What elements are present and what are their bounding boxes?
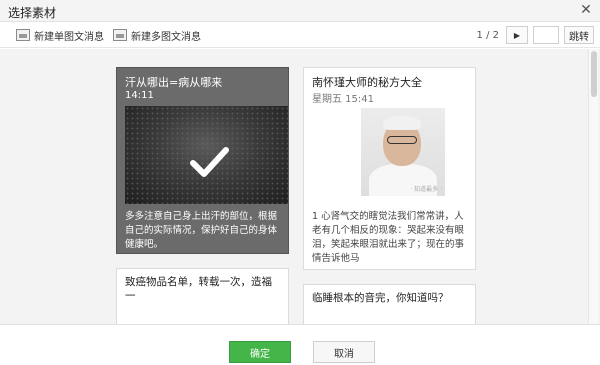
article-date: 星期五 15:41 [312,94,374,105]
article-thumbnail [125,106,288,204]
cancel-button[interactable]: 取消 [313,341,375,363]
new-single-article-label: 新建单图文消息 [34,31,104,43]
close-icon[interactable]: ✕ [578,2,594,18]
new-multi-article-button[interactable]: 新建多图文消息 [113,26,201,44]
article-summary: 1 心肾气交的瞎觉法我们常常讲，人老有几个相反的现象：哭起来没有眼泪，笑起来眼泪… [312,211,465,264]
article-title: 临睡根本的音完，你知道吗？ [312,292,449,304]
article-title: 汗从哪出=病从哪来 [125,76,223,89]
jump-button[interactable]: 跳转 [564,26,594,44]
checkmark-icon [190,147,229,177]
article-card[interactable]: 致癌物品名单，转载一次，造福一 [116,268,289,324]
new-single-article-button[interactable]: 新建单图文消息 [16,26,104,44]
article-thumbnail: · 知道最多 · [361,108,445,196]
new-multi-article-label: 新建多图文消息 [131,31,201,43]
vertical-scrollbar[interactable] [588,49,598,324]
dialog-title: 选择素材 [8,6,57,20]
article-title: 南怀瑾大师的秘方大全 [312,76,422,89]
scrollbar-thumb[interactable] [591,51,597,97]
next-page-button[interactable]: ▶ [506,26,528,44]
article-card[interactable]: 临睡根本的音完，你知道吗？ [303,284,476,324]
article-date: 14:11 [125,90,154,101]
multi-article-icon [113,29,127,41]
pagination: 1 / 2 ▶ 跳转 [477,25,594,45]
next-arrow-icon: ▶ [513,30,521,40]
single-article-icon [16,29,30,41]
article-title: 致癌物品名单，转载一次，造福一 [125,276,272,302]
dialog-titlebar: 选择素材 ✕ [0,0,600,22]
page-indicator: 1 / 2 [476,29,499,41]
article-card[interactable]: 南怀瑾大师的秘方大全 星期五 15:41 · 知道最多 · 1 心肾气交的瞎觉法… [303,67,476,270]
page-number-input[interactable] [533,26,559,44]
article-card-selected[interactable]: 汗从哪出=病从哪来 14:11 多多注意自己身上出汗的部位，根据自己的实际情况，… [116,67,289,254]
dialog-footer: 确定 取消 [0,324,600,365]
article-summary: 多多注意自己身上出汗的部位，根据自己的实际情况，保护好自己的身体健康吧。 [125,211,278,250]
confirm-button[interactable]: 确定 [229,341,291,363]
toolbar: 新建单图文消息 新建多图文消息 1 / 2 ▶ 跳转 [0,22,600,48]
material-list: 汗从哪出=病从哪来 14:11 多多注意自己身上出汗的部位，根据自己的实际情况，… [0,49,600,324]
